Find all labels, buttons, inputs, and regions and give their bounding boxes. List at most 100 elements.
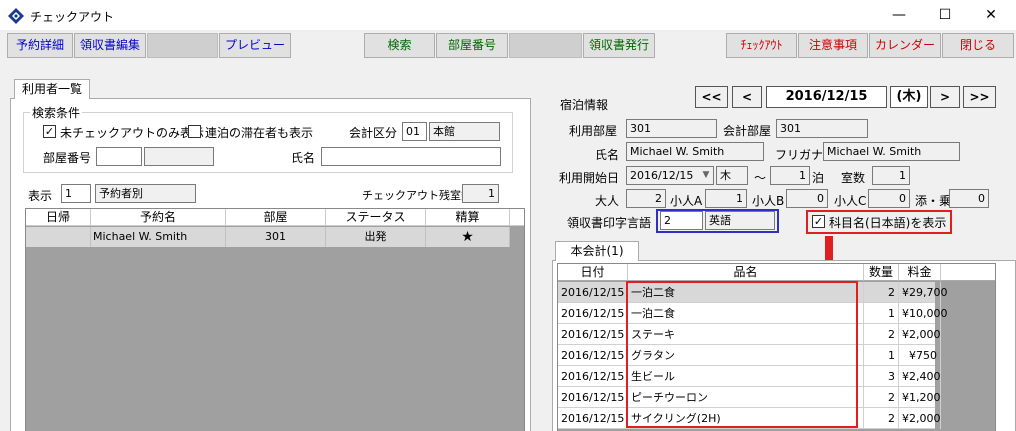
column-header-date[interactable]: 日付 — [558, 264, 628, 281]
display-label: 表示 — [28, 189, 53, 203]
next-month-button[interactable]: >> — [963, 86, 996, 108]
only-unchecked-checkbox[interactable]: ✓ — [43, 125, 56, 138]
child-b-label: 小人B — [752, 194, 785, 208]
column-header-filler — [510, 209, 524, 226]
bill-cell-date[interactable]: 2016/12/15 — [558, 408, 628, 429]
column-header-day-trip[interactable]: 日帰 — [26, 209, 91, 226]
cosleep-label: 添・乗 — [915, 194, 952, 208]
column-header-reservation-name[interactable]: 予約名 — [91, 209, 226, 226]
furigana-label: フリガナ — [775, 148, 824, 162]
column-header-qty[interactable]: 数量 — [864, 264, 899, 281]
room-number-name-field — [144, 147, 214, 166]
search-conditions-title: 検索条件 — [30, 104, 83, 121]
notes-button[interactable]: 注意事項 — [798, 33, 868, 58]
table-cell-settled-star[interactable]: ★ — [426, 227, 510, 247]
column-header-settled[interactable]: 精算 — [426, 209, 510, 226]
bill-cell-qty[interactable]: 2 — [864, 324, 899, 345]
child-c-label: 小人C — [834, 194, 867, 208]
checkout-button[interactable]: ﾁｪｯｸｱｳﾄ — [726, 33, 797, 58]
display-name-field: 予約者別 — [95, 184, 196, 203]
close-window-button[interactable]: ✕ — [968, 0, 1014, 30]
room-number-button[interactable]: 部屋番号 — [436, 33, 508, 58]
cosleep-field: 0 — [949, 189, 989, 208]
item-names-highlight — [626, 281, 858, 428]
bill-cell-amount[interactable]: ¥10,000 — [899, 303, 948, 324]
bill-cell-qty[interactable]: 2 — [864, 408, 899, 429]
rooms-field: 1 — [872, 166, 910, 185]
rooms-label: 室数 — [841, 171, 866, 185]
column-header-room[interactable]: 部屋 — [226, 209, 326, 226]
bill-cell-date[interactable]: 2016/12/15 — [558, 345, 628, 366]
start-date-label: 利用開始日 — [559, 171, 620, 185]
bill-cell-qty[interactable]: 2 — [864, 387, 899, 408]
account-room-label: 会計部屋 — [723, 124, 772, 138]
show-japanese-items-checkbox[interactable]: ✓ — [812, 215, 825, 228]
column-header-status[interactable]: ステータス — [326, 209, 426, 226]
close-button[interactable]: 閉じる — [942, 33, 1014, 58]
receipt-issue-button[interactable]: 領収書発行 — [583, 33, 655, 58]
bill-cell-amount[interactable]: ¥1,200 — [899, 387, 941, 408]
child-c-field: 0 — [868, 189, 910, 208]
prev-month-button[interactable]: << — [695, 86, 728, 108]
search-button[interactable]: 検索 — [364, 33, 435, 58]
column-header-amount[interactable]: 料金 — [899, 264, 941, 281]
window-title: チェックアウト — [30, 10, 115, 24]
bill-cell-qty[interactable]: 1 — [864, 303, 899, 324]
only-unchecked-label: 未チェックアウトのみ表示 — [60, 126, 205, 140]
receipt-language-name-field: 英語 — [705, 211, 775, 230]
show-multi-night-label: 連泊の滞在者も表示 — [205, 126, 314, 140]
receipt-edit-button[interactable]: 領収書編集 — [74, 33, 146, 58]
receipt-language-code-input[interactable]: 2 — [660, 211, 703, 230]
show-multi-night-checkbox[interactable] — [188, 125, 201, 138]
remaining-rooms-field: 1 — [462, 184, 499, 203]
tab-guest-list[interactable]: 利用者一覧 — [14, 79, 90, 99]
account-division-code-input[interactable]: 01 — [402, 122, 427, 141]
tab-main-bill[interactable]: 本会計(1) — [555, 241, 639, 261]
table-cell-reservation-name[interactable]: Michael W. Smith — [91, 227, 226, 247]
nights-field: 1 — [770, 166, 810, 185]
column-header-item[interactable]: 品名 — [628, 264, 864, 281]
table-cell-status[interactable]: 出発 — [326, 227, 426, 247]
guest-name-input[interactable] — [321, 147, 501, 166]
tilde-label: 〜 — [754, 171, 767, 185]
bill-cell-amount[interactable]: ¥2,000 — [899, 408, 941, 429]
bill-cell-date[interactable]: 2016/12/15 — [558, 303, 628, 324]
bill-cell-amount[interactable]: ¥2,000 — [899, 324, 941, 345]
guest-name-label: 氏名 — [291, 151, 316, 165]
current-weekday-field: (木) — [890, 86, 928, 108]
stay-info-label: 宿泊情報 — [560, 98, 609, 112]
account-division-name-field: 本館 — [429, 122, 500, 141]
bill-cell-date[interactable]: 2016/12/15 — [558, 366, 628, 387]
bill-cell-qty[interactable]: 3 — [864, 366, 899, 387]
maximize-button[interactable]: ☐ — [922, 0, 968, 30]
app-diamond-icon — [8, 8, 24, 24]
bill-cell-date[interactable]: 2016/12/15 — [558, 282, 628, 303]
prev-day-button[interactable]: < — [732, 86, 762, 108]
minimize-button[interactable]: — — [876, 0, 922, 30]
name-label: 氏名 — [595, 148, 620, 162]
remaining-rooms-label: チェックアウト残室数 — [362, 189, 472, 202]
table-cell-room[interactable]: 301 — [226, 227, 326, 247]
child-a-field: 1 — [705, 189, 747, 208]
bill-cell-qty[interactable]: 1 — [864, 345, 899, 366]
account-division-label: 会計区分 — [349, 126, 398, 140]
current-date-field[interactable]: 2016/12/15 — [766, 86, 887, 108]
next-day-button[interactable]: > — [930, 86, 960, 108]
bill-cell-amount[interactable]: ¥750 — [899, 345, 941, 366]
bill-cell-qty[interactable]: 2 — [864, 282, 899, 303]
blank-toolbar-button-2 — [509, 33, 582, 58]
bill-cell-amount[interactable]: ¥2,400 — [899, 366, 941, 387]
display-code-input[interactable]: 1 — [61, 184, 91, 203]
chevron-down-icon[interactable]: ▼ — [700, 168, 712, 182]
room-number-input[interactable] — [96, 147, 142, 166]
calendar-button[interactable]: カレンダー — [869, 33, 941, 58]
preview-button[interactable]: プレビュー — [219, 33, 291, 58]
reservation-detail-button[interactable]: 予約詳細 — [7, 33, 73, 58]
bill-cell-amount[interactable]: ¥29,700 — [899, 282, 948, 303]
bill-cell-date[interactable]: 2016/12/15 — [558, 324, 628, 345]
guest-table: 日帰 予約名 部屋 ステータス 精算 Michael W. Smith 301 … — [25, 208, 525, 431]
table-cell-day-trip[interactable] — [26, 227, 91, 247]
room-label: 利用部屋 — [569, 124, 618, 138]
bill-cell-date[interactable]: 2016/12/15 — [558, 387, 628, 408]
nights-label: 泊 — [812, 171, 825, 185]
